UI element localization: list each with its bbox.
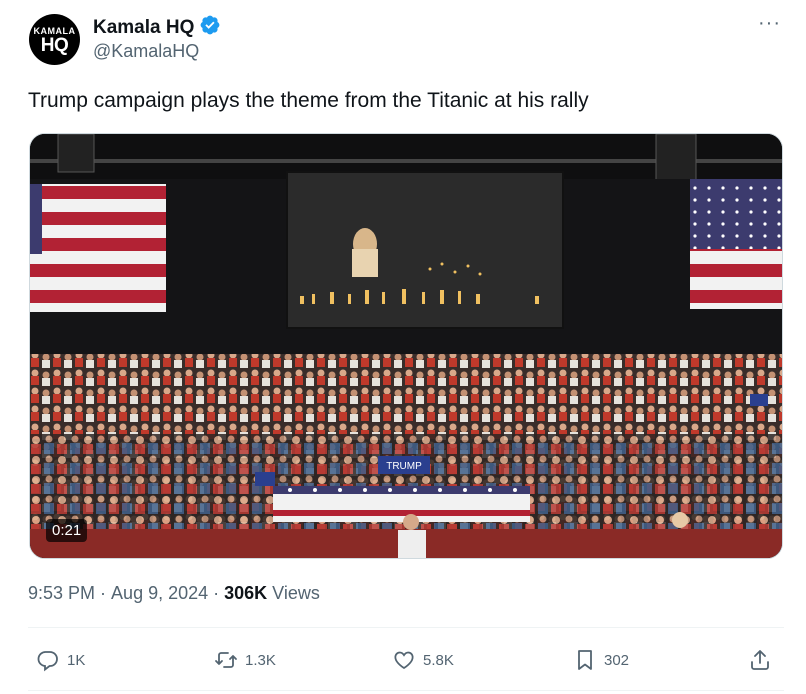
reply-icon bbox=[37, 651, 58, 672]
tweet-text: Trump campaign plays the theme from the … bbox=[28, 89, 589, 112]
views-count: 306K bbox=[224, 583, 268, 603]
rally-sign-text: TRUMP bbox=[386, 461, 422, 472]
video-duration: 0:21 bbox=[46, 519, 88, 542]
action-bar: 1K 1.3K 5.8K 302 bbox=[0, 640, 806, 680]
more-icon[interactable]: ··· bbox=[758, 12, 781, 35]
like-button[interactable]: 5.8K bbox=[392, 648, 454, 672]
author-name[interactable]: Kamala HQ bbox=[93, 17, 194, 39]
tweet-meta: 9:53 PM · Aug 9, 2024 · 306K Views bbox=[28, 583, 320, 604]
verified-badge-icon bbox=[199, 14, 221, 41]
views-label: Views bbox=[272, 583, 320, 603]
divider bbox=[28, 627, 784, 628]
video-player[interactable]: TRUMP 0:21 bbox=[29, 133, 783, 559]
meta-separator: · bbox=[100, 583, 107, 603]
repost-button[interactable]: 1.3K bbox=[214, 648, 276, 672]
like-count: 5.8K bbox=[423, 651, 454, 669]
video-frame: TRUMP bbox=[30, 134, 782, 558]
meta-separator: · bbox=[213, 583, 220, 603]
reply-button[interactable]: 1K bbox=[36, 648, 85, 672]
tweet-date[interactable]: Aug 9, 2024 bbox=[111, 583, 208, 604]
author-handle[interactable]: @KamalaHQ bbox=[93, 41, 199, 62]
reply-count: 1K bbox=[67, 651, 86, 669]
avatar-text-bottom: HQ bbox=[40, 34, 69, 56]
repost-count: 1.3K bbox=[245, 651, 276, 669]
repost-icon bbox=[215, 652, 237, 668]
heart-icon bbox=[394, 651, 414, 670]
share-button[interactable] bbox=[748, 648, 772, 672]
share-icon bbox=[751, 650, 769, 670]
bookmark-count: 302 bbox=[604, 651, 630, 669]
tweet-time[interactable]: 9:53 PM bbox=[28, 583, 95, 604]
author-name-row: Kamala HQ bbox=[93, 14, 221, 41]
bookmark-button[interactable]: 302 bbox=[573, 648, 629, 672]
avatar[interactable]: KAMALA HQ bbox=[29, 14, 80, 65]
bookmark-icon bbox=[578, 650, 592, 670]
divider bbox=[28, 690, 784, 691]
